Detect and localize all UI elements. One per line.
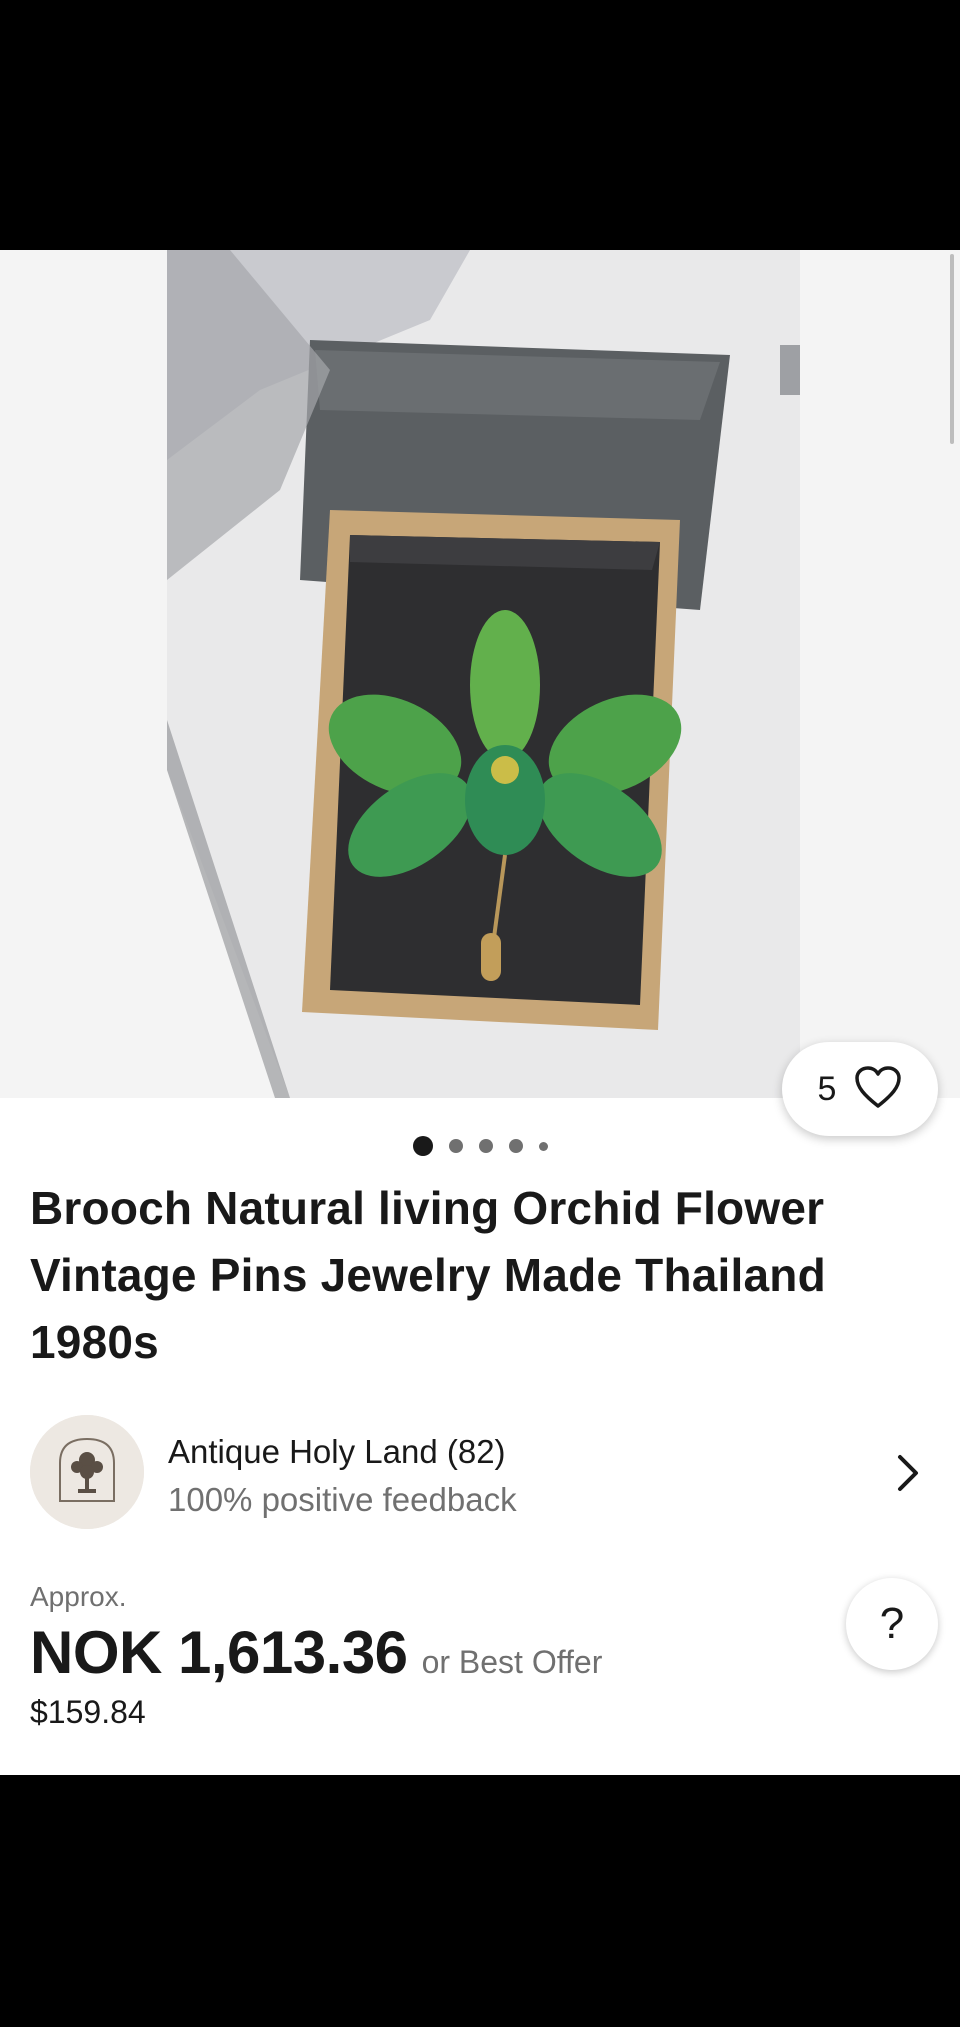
chevron-right-icon[interactable] (896, 1453, 920, 1498)
seller-row[interactable]: Antique Holy Land (82) 100% positive fee… (30, 1415, 950, 1531)
price-amount: NOK 1,613.36 (30, 1619, 408, 1686)
carousel-dot-1[interactable] (412, 1136, 433, 1156)
price-line: NOK 1,613.36 or Best Offer (30, 1618, 602, 1687)
navigation-bar-area (0, 1775, 960, 2027)
carousel-dot-2[interactable] (448, 1139, 463, 1153)
product-image[interactable] (0, 250, 960, 1098)
status-bar-area (0, 0, 960, 250)
watch-count: 5 (817, 1069, 837, 1108)
seller-avatar[interactable] (30, 1415, 144, 1529)
listing-sheet: 5 Brooch Natural living Orchid Flower Vi… (0, 250, 960, 1775)
seller-feedback: 100% positive feedback (168, 1481, 517, 1518)
image-scrollbar[interactable] (950, 254, 954, 444)
carousel-dot-3[interactable] (478, 1139, 493, 1153)
product-photo (0, 250, 960, 1098)
heart-icon (854, 1065, 902, 1114)
price-approx-label: Approx. (30, 1581, 127, 1612)
carousel-dot-4[interactable] (508, 1139, 523, 1153)
watch-button[interactable]: 5 (782, 1042, 938, 1136)
seller-name[interactable]: Antique Holy Land (82) (168, 1433, 506, 1471)
help-label: ? (879, 1599, 905, 1648)
carousel-dot-5[interactable] (538, 1141, 548, 1151)
best-offer-label: or Best Offer (421, 1644, 603, 1680)
price-original: $159.84 (30, 1694, 146, 1730)
help-button[interactable]: ? (846, 1578, 938, 1670)
carousel-dots[interactable] (0, 1134, 960, 1158)
listing-title: Brooch Natural living Orchid Flower Vint… (30, 1182, 826, 1368)
